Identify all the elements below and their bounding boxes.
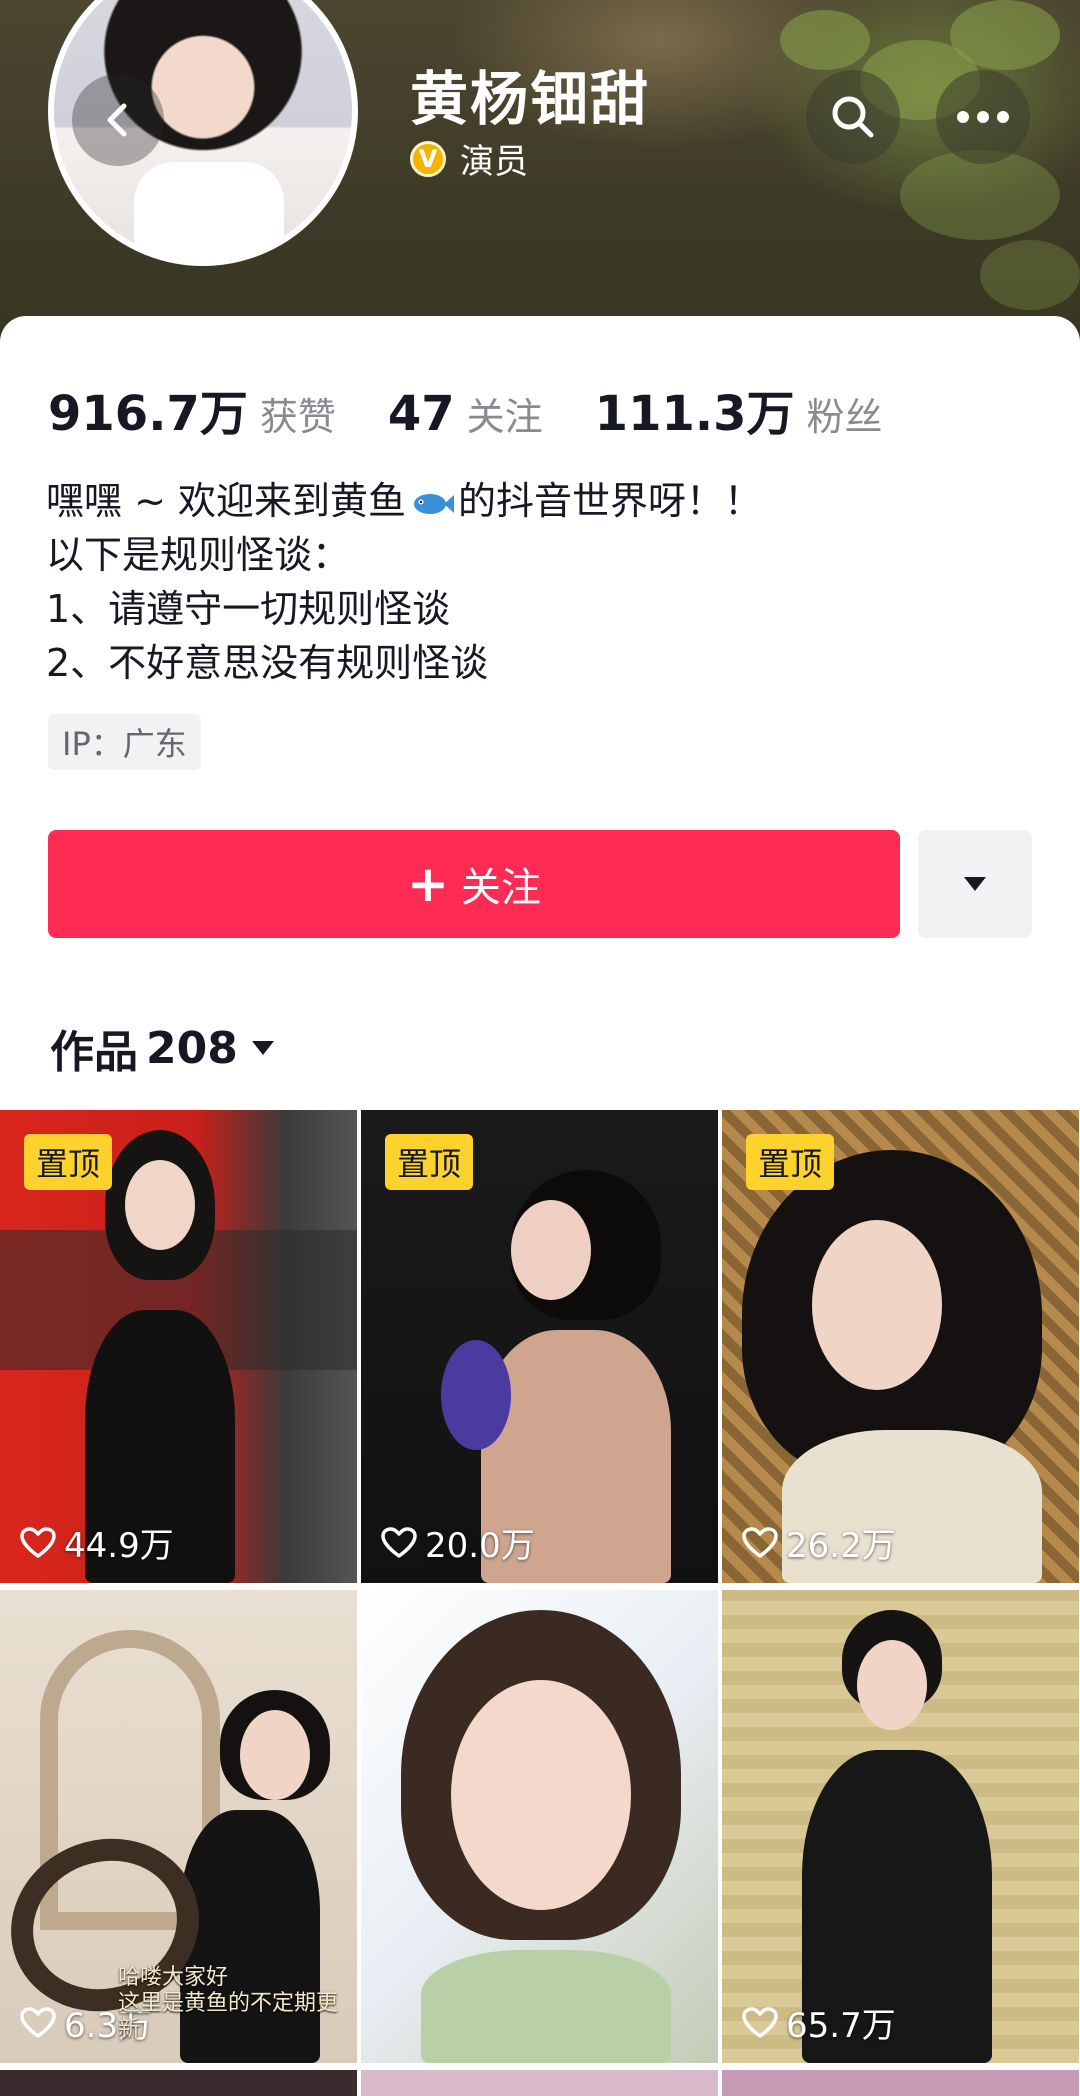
profile-role: V 演员 xyxy=(410,134,528,183)
more-icon xyxy=(957,111,1009,123)
video-likes: 65.7万 xyxy=(742,1998,896,2047)
figure-dress xyxy=(421,1950,671,2063)
video-tile[interactable]: 6.3万 哈喽大家好 这里是黄鱼的不定期更新 xyxy=(0,1590,357,2063)
role-label: 演员 xyxy=(460,142,528,182)
profile-name: 黄杨钿甜 xyxy=(410,65,651,133)
followers-count[interactable]: 111.3万 xyxy=(595,374,795,444)
flower-bouquet xyxy=(441,1340,511,1450)
heart-icon xyxy=(20,1526,56,1558)
likes-count: 65.7万 xyxy=(786,2006,896,2046)
video-tile[interactable]: 置顶 20.0万 xyxy=(361,1110,718,1583)
video-tile[interactable]: 置顶 44.9万 xyxy=(0,1110,357,1583)
video-tile[interactable] xyxy=(0,2070,357,2096)
back-arrow-icon xyxy=(107,103,127,137)
video-tile[interactable] xyxy=(361,1590,718,2063)
search-button[interactable] xyxy=(806,70,900,164)
works-label: 作品 xyxy=(50,1027,138,1078)
more-button[interactable] xyxy=(936,70,1030,164)
video-likes: 44.9万 xyxy=(20,1518,174,1567)
video-tile[interactable] xyxy=(722,2070,1079,2096)
likes-count: 44.9万 xyxy=(64,1526,174,1566)
search-icon xyxy=(832,96,874,138)
heart-icon xyxy=(20,2006,56,2038)
banner-foliage xyxy=(950,0,1060,70)
likes-count: 20.0万 xyxy=(425,1526,535,1566)
pinned-badge: 置顶 xyxy=(746,1134,835,1190)
figure-face xyxy=(240,1710,310,1800)
banner-foliage xyxy=(980,240,1080,310)
pinned-badge: 置顶 xyxy=(24,1134,113,1190)
video-tile[interactable]: 置顶 26.2万 xyxy=(722,1110,1079,1583)
heart-icon xyxy=(742,2006,778,2038)
video-tile[interactable] xyxy=(361,2070,718,2096)
recommend-dropdown-button[interactable] xyxy=(918,830,1032,938)
likes-count: 916.7万 xyxy=(48,386,248,442)
verified-badge-icon: V xyxy=(410,140,446,177)
video-tile[interactable]: 65.7万 xyxy=(722,1590,1079,2063)
likes-count: 26.2万 xyxy=(786,1526,896,1566)
bio-line: 嘿嘿 ~ 欢迎来到黄鱼 的抖音世界呀！！ xyxy=(46,474,762,528)
figure-face xyxy=(451,1680,631,1910)
banner-foliage xyxy=(780,10,870,70)
caption-line: 哈喽大家好 xyxy=(118,1965,229,1990)
figure-face xyxy=(511,1200,591,1300)
caption-line: 这里是黄鱼的不定期更新 xyxy=(118,1991,339,2042)
heart-icon xyxy=(742,1526,778,1558)
video-likes: 20.0万 xyxy=(381,1518,535,1567)
back-button[interactable] xyxy=(72,74,164,166)
video-caption: 哈喽大家好 这里是黄鱼的不定期更新 xyxy=(118,1965,357,2043)
following-label[interactable]: 关注 xyxy=(467,386,543,441)
figure-face xyxy=(125,1160,195,1250)
bio: 嘿嘿 ~ 欢迎来到黄鱼 的抖音世界呀！！ 以下是规则怪谈： 1、请遵守一切规则怪… xyxy=(46,474,762,690)
caret-down-icon xyxy=(964,877,986,891)
works-tab[interactable]: 作品 208 xyxy=(50,1016,276,1080)
bio-line: 1、请遵守一切规则怪谈 xyxy=(46,587,451,631)
bio-line: 以下是规则怪谈： xyxy=(46,533,351,577)
plus-icon: + xyxy=(407,855,449,913)
video-likes: 26.2万 xyxy=(742,1518,896,1567)
avatar-figure xyxy=(134,162,284,260)
bio-text: 的抖音世界呀！！ xyxy=(458,479,763,523)
followers-label[interactable]: 粉丝 xyxy=(807,386,883,441)
likes-label[interactable]: 获赞 xyxy=(260,386,336,441)
bio-text: 嘿嘿 ~ 欢迎来到黄鱼 xyxy=(46,479,406,523)
caret-down-icon xyxy=(251,1041,274,1055)
heart-icon xyxy=(381,1526,417,1558)
follow-button[interactable]: + 关注 xyxy=(48,830,900,938)
fish-emoji xyxy=(414,493,454,514)
stats-row: 916.7万 获赞 47 关注 111.3万 粉丝 xyxy=(48,374,935,444)
ip-location-tag: IP：广东 xyxy=(48,714,201,770)
works-count: 208 xyxy=(146,1022,238,1074)
figure-face xyxy=(812,1220,942,1390)
bio-line: 2、不好意思没有规则怪谈 xyxy=(46,641,489,685)
following-count[interactable]: 47 xyxy=(388,386,455,442)
figure-face xyxy=(857,1640,927,1730)
pinned-badge: 置顶 xyxy=(385,1134,474,1190)
follow-label: 关注 xyxy=(460,865,541,911)
